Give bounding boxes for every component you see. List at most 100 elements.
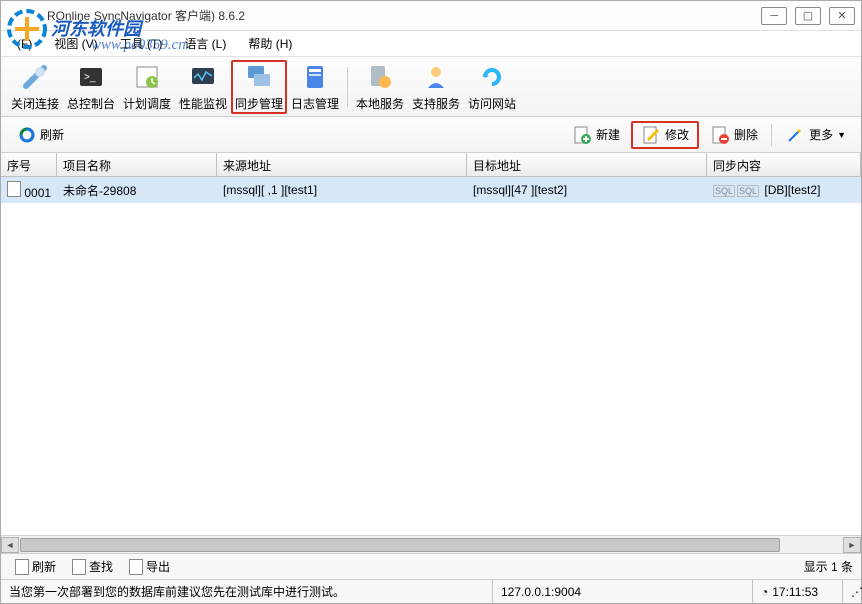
refresh-label: 刷新 bbox=[40, 126, 64, 143]
document-icon bbox=[15, 559, 29, 575]
col-seq[interactable]: 序号 bbox=[1, 153, 57, 176]
edit-label: 修改 bbox=[665, 126, 689, 143]
perf-button[interactable]: 性能监视 bbox=[175, 60, 231, 114]
scroll-right-arrow[interactable]: ► bbox=[843, 537, 861, 553]
document-icon bbox=[72, 559, 86, 575]
scroll-thumb[interactable] bbox=[20, 538, 780, 552]
sql-icon: SQL bbox=[713, 185, 735, 197]
app-window: 河东软件园 www.pc0359.cn ROnline SyncNavigato… bbox=[0, 0, 862, 604]
menu-file[interactable]: (F) bbox=[7, 34, 42, 54]
calendar-icon bbox=[131, 61, 163, 93]
notebook-icon bbox=[299, 61, 331, 93]
monitor-icon bbox=[187, 61, 219, 93]
table-row[interactable]: 0001 未命名-29808 [mssql][ ,1 ][test1] [mss… bbox=[1, 177, 861, 203]
visit-site-label: 访问网站 bbox=[468, 95, 516, 112]
status-time-text: 17:11:53 bbox=[772, 585, 818, 599]
support-label: 支持服务 bbox=[412, 95, 460, 112]
footer-refresh-button[interactable]: 刷新 bbox=[9, 556, 62, 577]
sync-text: [DB][test2] bbox=[764, 183, 820, 197]
action-separator bbox=[771, 124, 772, 146]
schedule-button[interactable]: 计划调度 bbox=[119, 60, 175, 114]
close-button[interactable]: ✕ bbox=[829, 7, 855, 25]
log-mgmt-button[interactable]: 日志管理 bbox=[287, 60, 343, 114]
status-bar: 当您第一次部署到您的数据库前建议您先在测试库中进行测试。 127.0.0.1:9… bbox=[1, 579, 861, 603]
status-grip: ⋰ bbox=[843, 580, 861, 603]
sql-icon: SQL bbox=[737, 185, 759, 197]
window-title: ROnline SyncNavigator 客户端) 8.6.2 bbox=[47, 7, 245, 24]
horizontal-scrollbar[interactable]: ◄ ► bbox=[1, 535, 861, 553]
terminal-icon: >_ bbox=[75, 61, 107, 93]
col-src[interactable]: 来源地址 bbox=[217, 153, 467, 176]
svg-text:>_: >_ bbox=[84, 72, 96, 83]
status-address: 127.0.0.1:9004 bbox=[493, 580, 753, 603]
sync-windows-icon bbox=[243, 62, 275, 93]
delete-file-icon bbox=[710, 125, 730, 145]
refresh-button[interactable]: 刷新 bbox=[7, 121, 73, 149]
seq-text: 0001 bbox=[24, 186, 51, 200]
more-button[interactable]: 更多 ▼ bbox=[776, 121, 855, 149]
cell-dst: [mssql][47 ][test2] bbox=[467, 183, 707, 197]
local-svc-button[interactable]: 本地服务 bbox=[352, 60, 408, 114]
perf-label: 性能监视 bbox=[179, 95, 227, 112]
menubar: (F) 视图 (V) 工具 (T) 语言 (L) 帮助 (H) bbox=[1, 31, 861, 57]
main-toolbar: 关闭连接 >_ 总控制台 计划调度 性能监视 同步管理 日志管理 本地服务 bbox=[1, 57, 861, 117]
toolbar-separator bbox=[347, 67, 348, 107]
more-label: 更多 bbox=[809, 126, 833, 143]
minimize-button[interactable]: ─ bbox=[761, 7, 787, 25]
edit-button[interactable]: 修改 bbox=[631, 121, 699, 149]
grid-header: 序号 项目名称 来源地址 目标地址 同步内容 bbox=[1, 153, 861, 177]
sync-mgmt-label: 同步管理 bbox=[235, 95, 283, 112]
menu-tools[interactable]: 工具 (T) bbox=[110, 32, 173, 55]
local-svc-label: 本地服务 bbox=[356, 95, 404, 112]
scroll-left-arrow[interactable]: ◄ bbox=[1, 537, 19, 553]
footer-export-label: 导出 bbox=[146, 558, 170, 575]
clock-icon: ◔ bbox=[761, 585, 768, 599]
status-time: ◔ 17:11:53 bbox=[753, 580, 843, 603]
document-icon bbox=[7, 181, 21, 197]
plug-icon bbox=[19, 61, 51, 93]
console-label: 总控制台 bbox=[67, 95, 115, 112]
grid-body[interactable]: 0001 未命名-29808 [mssql][ ,1 ][test1] [mss… bbox=[1, 177, 861, 535]
footer-count: 显示 1 条 bbox=[804, 558, 853, 575]
delete-label: 删除 bbox=[734, 126, 758, 143]
window-controls: ─ ▢ ✕ bbox=[761, 7, 855, 25]
support-button[interactable]: 支持服务 bbox=[408, 60, 464, 114]
col-sync[interactable]: 同步内容 bbox=[707, 153, 861, 176]
close-conn-button[interactable]: 关闭连接 bbox=[7, 60, 63, 114]
refresh-globe-icon bbox=[476, 61, 508, 93]
footer-bar: 刷新 查找 导出 显示 1 条 bbox=[1, 553, 861, 579]
visit-site-button[interactable]: 访问网站 bbox=[464, 60, 520, 114]
cell-name: 未命名-29808 bbox=[57, 182, 217, 199]
cell-seq: 0001 bbox=[1, 181, 57, 200]
console-button[interactable]: >_ 总控制台 bbox=[63, 60, 119, 114]
action-bar: 刷新 新建 修改 删除 更多 ▼ bbox=[1, 117, 861, 153]
edit-file-icon bbox=[641, 125, 661, 145]
refresh-icon bbox=[16, 125, 36, 145]
titlebar: ROnline SyncNavigator 客户端) 8.6.2 ─ ▢ ✕ bbox=[1, 1, 861, 31]
menu-view[interactable]: 视图 (V) bbox=[44, 32, 107, 55]
sync-mgmt-button[interactable]: 同步管理 bbox=[231, 60, 287, 114]
maximize-button[interactable]: ▢ bbox=[795, 7, 821, 25]
wand-icon bbox=[785, 125, 805, 145]
delete-button[interactable]: 删除 bbox=[701, 121, 767, 149]
footer-find-button[interactable]: 查找 bbox=[66, 556, 119, 577]
menu-language[interactable]: 语言 (L) bbox=[174, 32, 236, 55]
new-button[interactable]: 新建 bbox=[563, 121, 629, 149]
footer-export-button[interactable]: 导出 bbox=[123, 556, 176, 577]
status-message: 当您第一次部署到您的数据库前建议您先在测试库中进行测试。 bbox=[1, 580, 493, 603]
dropdown-arrow-icon: ▼ bbox=[837, 130, 846, 140]
menu-help[interactable]: 帮助 (H) bbox=[238, 32, 302, 55]
footer-refresh-label: 刷新 bbox=[32, 558, 56, 575]
new-label: 新建 bbox=[596, 126, 620, 143]
log-mgmt-label: 日志管理 bbox=[291, 95, 339, 112]
close-conn-label: 关闭连接 bbox=[11, 95, 59, 112]
footer-find-label: 查找 bbox=[89, 558, 113, 575]
cell-src: [mssql][ ,1 ][test1] bbox=[217, 183, 467, 197]
col-name[interactable]: 项目名称 bbox=[57, 153, 217, 176]
server-gear-icon bbox=[364, 61, 396, 93]
col-dst[interactable]: 目标地址 bbox=[467, 153, 707, 176]
document-icon bbox=[129, 559, 143, 575]
schedule-label: 计划调度 bbox=[123, 95, 171, 112]
cell-sync: SQLSQL [DB][test2] bbox=[707, 183, 861, 197]
person-icon bbox=[420, 61, 452, 93]
